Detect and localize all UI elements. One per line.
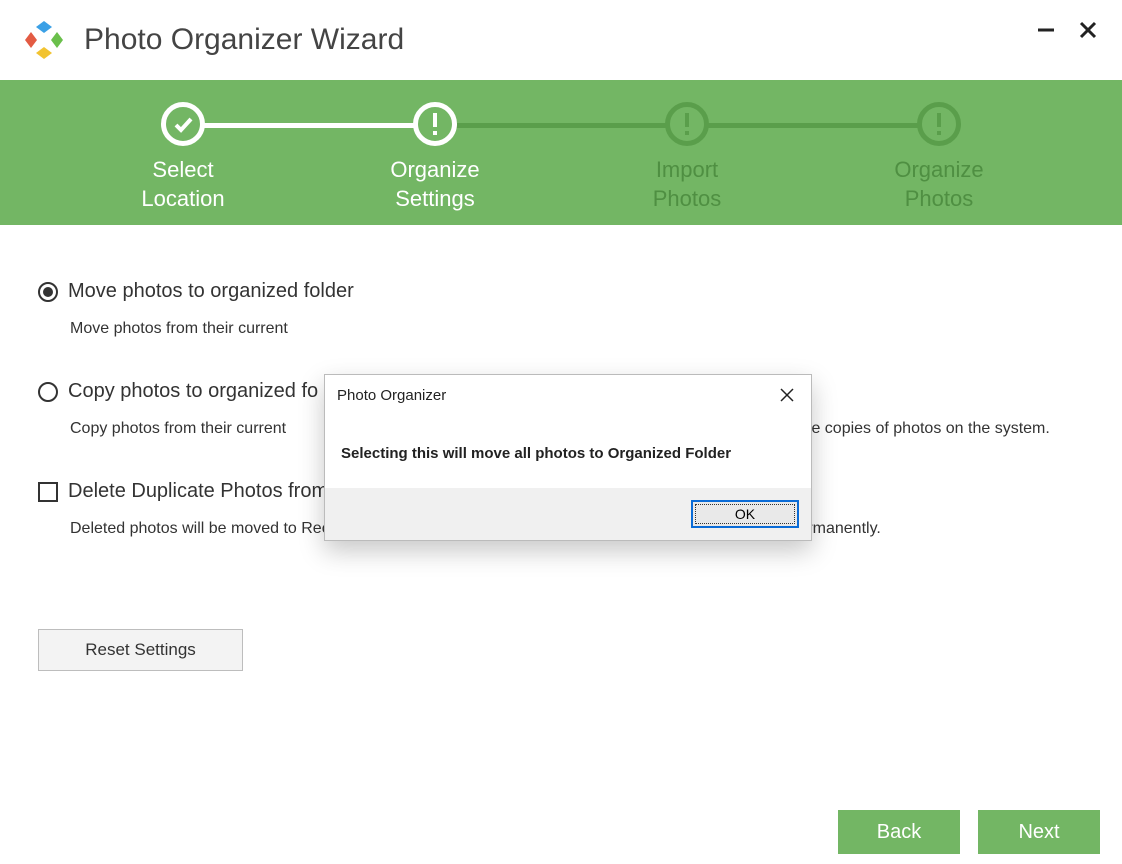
alert-icon <box>665 102 709 146</box>
close-button[interactable] <box>1074 16 1102 44</box>
step-organize-settings: Organize Settings <box>309 102 561 213</box>
checkbox-icon <box>38 482 58 502</box>
option-title: Copy photos to organized fo <box>68 380 318 403</box>
radio-move-photos[interactable]: Move photos to organized folder <box>38 280 1084 303</box>
step-select-location: Select Location <box>57 102 309 213</box>
title-left: Photo Organizer Wizard <box>22 18 404 62</box>
dialog-message: Selecting this will move all photos to O… <box>325 411 811 488</box>
reset-settings-button[interactable]: Reset Settings <box>38 629 243 671</box>
dialog-close-button[interactable] <box>775 383 799 407</box>
check-icon <box>161 102 205 146</box>
step-import-photos: Import Photos <box>561 102 813 213</box>
dialog-footer: OK <box>325 488 811 540</box>
confirmation-dialog: Photo Organizer Selecting this will move… <box>324 374 812 541</box>
step-organize-photos: Organize Photos <box>813 102 1065 213</box>
step-label: Organize Photos <box>894 156 983 213</box>
alert-icon <box>413 102 457 146</box>
title-bar: Photo Organizer Wizard <box>0 0 1122 80</box>
app-logo-icon <box>22 18 66 62</box>
alert-icon <box>917 102 961 146</box>
radio-icon <box>38 282 58 302</box>
option-title: Move photos to organized folder <box>68 280 354 303</box>
option-desc-part: tiple copies of photos on the system. <box>791 420 1050 437</box>
dialog-ok-button[interactable]: OK <box>691 500 799 528</box>
wizard-footer: Back Next <box>838 810 1100 854</box>
dialog-header: Photo Organizer <box>325 375 811 411</box>
dialog-title: Photo Organizer <box>337 387 446 404</box>
back-button[interactable]: Back <box>838 810 960 854</box>
close-icon <box>780 388 794 402</box>
option-move: Move photos to organized folder Move pho… <box>38 280 1084 340</box>
next-button[interactable]: Next <box>978 810 1100 854</box>
window-controls <box>1032 16 1102 44</box>
step-label: Import Photos <box>653 156 722 213</box>
minimize-button[interactable] <box>1032 16 1060 44</box>
radio-icon <box>38 382 58 402</box>
option-description: Move photos from their current <box>70 317 1084 340</box>
step-label: Organize Settings <box>390 156 479 213</box>
wizard-stepper: Select Location Organize Settings Import… <box>0 80 1122 225</box>
step-label: Select Location <box>141 156 224 213</box>
app-title: Photo Organizer Wizard <box>84 23 404 57</box>
option-desc-part: Copy photos from their current <box>70 420 291 437</box>
